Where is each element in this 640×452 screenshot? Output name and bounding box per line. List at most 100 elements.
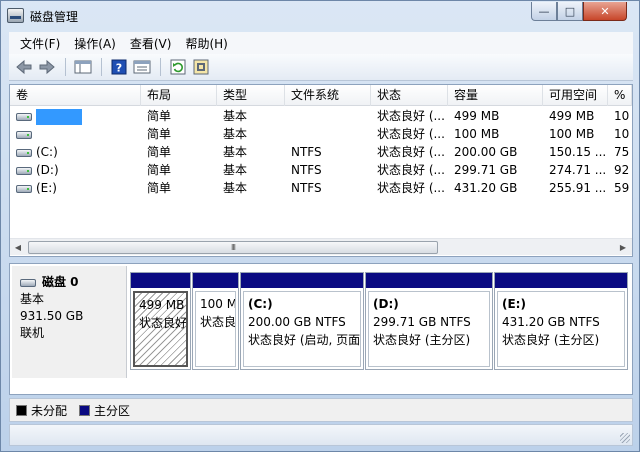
partition-block[interactable]: 100 M 状态良 xyxy=(192,272,239,370)
volume-icon xyxy=(16,166,32,175)
percent-free-cell: 59 xyxy=(614,181,630,195)
toolbar-separator xyxy=(101,58,102,76)
back-arrow-icon[interactable] xyxy=(13,56,35,78)
disk-management-app-icon[interactable] xyxy=(7,8,24,23)
resize-grip-icon[interactable] xyxy=(620,433,630,443)
partition-status: 状态良好 (主分区) xyxy=(373,333,471,347)
partition-body[interactable]: (C:) 200.00 GB NTFS 状态良好 (启动, 页面 xyxy=(243,291,361,367)
filesystem-cell xyxy=(285,107,371,125)
scrollbar-thumb[interactable]: III xyxy=(28,241,438,254)
partition-type-bar xyxy=(366,273,492,289)
volume-name: (D:) xyxy=(36,163,59,177)
legend-label: 未分配 xyxy=(31,403,68,418)
capacity-cell: 299.71 GB xyxy=(454,163,518,177)
filesystem-cell: NTFS xyxy=(291,181,322,195)
volume-row[interactable]: 简单 基本 状态良好 (... 499 MB 499 MB 10 xyxy=(10,107,632,125)
status-cell: 状态良好 (... xyxy=(377,127,445,141)
menu-file[interactable]: 文件(F) xyxy=(13,35,67,52)
volume-name-cell: (C:) xyxy=(10,143,141,161)
title-bar[interactable]: 磁盘管理 — □ ✕ xyxy=(1,1,639,31)
svg-text:?: ? xyxy=(116,62,122,75)
partition-size: 200.00 GB NTFS xyxy=(248,315,346,329)
disk-state: 联机 xyxy=(20,326,45,340)
settings-icon[interactable] xyxy=(190,56,212,78)
partition-body[interactable]: 499 MB 状态良好 xyxy=(133,291,188,367)
disk-size: 931.50 GB xyxy=(20,309,84,323)
free-space-cell: 100 MB xyxy=(549,127,595,141)
horizontal-scrollbar[interactable]: ◀ III ▶ xyxy=(10,238,632,255)
disk-graphical-view[interactable]: 磁盘 0 基本 931.50 GB 联机 499 MB 状态良好 100 M 状… xyxy=(9,263,633,395)
layout-cell: 简单 xyxy=(147,109,172,123)
partition-body[interactable]: (D:) 299.71 GB NTFS 状态良好 (主分区) xyxy=(368,291,490,367)
volume-row[interactable]: (C:) 简单 基本 NTFS 状态良好 (... 200.00 GB 150.… xyxy=(10,143,632,161)
status-cell: 状态良好 (... xyxy=(377,145,445,159)
column-header-capacity[interactable]: 容量 xyxy=(448,85,543,106)
legend: 未分配 主分区 xyxy=(9,398,633,422)
partition-block[interactable]: (C:) 200.00 GB NTFS 状态良好 (启动, 页面 xyxy=(240,272,364,370)
help-icon[interactable]: ? xyxy=(108,56,130,78)
volume-name-cell: (D:) xyxy=(10,161,141,179)
capacity-cell: 100 MB xyxy=(454,127,500,141)
volume-name-cell: (E:) xyxy=(10,179,141,197)
percent-free-cell: 10 xyxy=(614,127,630,141)
column-header-status[interactable]: 状态 xyxy=(371,85,448,106)
filesystem-cell: NTFS xyxy=(291,145,322,159)
column-header-filesystem[interactable]: 文件系统 xyxy=(285,85,371,106)
type-cell: 基本 xyxy=(223,145,248,159)
free-space-cell: 255.91 ... xyxy=(549,181,607,195)
volume-name-cell xyxy=(10,107,141,125)
menu-help[interactable]: 帮助(H) xyxy=(178,35,234,52)
status-cell: 状态良好 (... xyxy=(377,163,445,177)
unallocated-swatch xyxy=(16,404,27,416)
minimize-button[interactable]: — xyxy=(531,2,557,21)
column-header-layout[interactable]: 布局 xyxy=(141,85,217,106)
menu-view[interactable]: 查看(V) xyxy=(123,35,179,52)
scroll-right-icon[interactable]: ▶ xyxy=(616,241,630,254)
column-header-free-space[interactable]: 可用空间 xyxy=(543,85,608,106)
volume-name: (E:) xyxy=(36,181,57,195)
disk-name: 磁盘 0 xyxy=(42,275,79,289)
column-header-type[interactable]: 类型 xyxy=(217,85,285,106)
partition-title: (E:) xyxy=(502,297,526,311)
volume-icon xyxy=(16,130,32,139)
close-button[interactable]: ✕ xyxy=(583,2,627,21)
properties-icon[interactable] xyxy=(131,56,153,78)
column-header-percent-free[interactable]: % xyxy=(608,85,632,106)
partition-block[interactable]: (D:) 299.71 GB NTFS 状态良好 (主分区) xyxy=(365,272,493,370)
status-cell: 状态良好 (... xyxy=(377,109,445,123)
partition-block[interactable]: 499 MB 状态良好 xyxy=(130,272,191,370)
free-space-cell: 274.71 ... xyxy=(549,163,607,177)
partition-type-bar xyxy=(193,273,238,289)
volume-name: (C:) xyxy=(36,145,58,159)
menu-action[interactable]: 操作(A) xyxy=(67,35,123,52)
type-cell: 基本 xyxy=(223,181,248,195)
volume-row[interactable]: 简单 基本 状态良好 (... 100 MB 100 MB 10 xyxy=(10,125,632,143)
maximize-button[interactable]: □ xyxy=(557,2,583,21)
refresh-icon[interactable] xyxy=(167,56,189,78)
column-header-volume[interactable]: 卷 xyxy=(10,85,141,106)
volume-row[interactable]: (D:) 简单 基本 NTFS 状态良好 (... 299.71 GB 274.… xyxy=(10,161,632,179)
type-cell: 基本 xyxy=(223,163,248,177)
partition-body[interactable]: (E:) 431.20 GB NTFS 状态良好 (主分区) xyxy=(497,291,625,367)
partition-title: (C:) xyxy=(248,297,273,311)
disk-0-label[interactable]: 磁盘 0 基本 931.50 GB 联机 xyxy=(12,266,127,378)
console-tree-icon[interactable] xyxy=(72,56,94,78)
type-cell: 基本 xyxy=(223,127,248,141)
capacity-cell: 431.20 GB xyxy=(454,181,518,195)
scroll-left-icon[interactable]: ◀ xyxy=(11,241,25,254)
forward-arrow-icon[interactable] xyxy=(36,56,58,78)
partition-size: 299.71 GB NTFS xyxy=(373,315,471,329)
volume-name-selected[interactable] xyxy=(36,108,82,125)
volume-icon xyxy=(16,184,32,193)
legend-label: 主分区 xyxy=(94,403,131,418)
partition-body[interactable]: 100 M 状态良 xyxy=(195,291,236,367)
volume-row[interactable]: (E:) 简单 基本 NTFS 状态良好 (... 431.20 GB 255.… xyxy=(10,179,632,197)
partition-status: 状态良 xyxy=(200,315,236,329)
partition-status: 状态良好 xyxy=(139,316,188,330)
volume-list[interactable]: 卷 布局 类型 文件系统 状态 容量 可用空间 % 简单 基本 状态良好 (..… xyxy=(9,84,633,257)
partition-title: (D:) xyxy=(373,297,399,311)
volume-icon xyxy=(16,148,32,157)
partition-block[interactable]: (E:) 431.20 GB NTFS 状态良好 (主分区) xyxy=(494,272,628,370)
partition-size: 499 MB xyxy=(139,298,185,312)
capacity-cell: 200.00 GB xyxy=(454,145,518,159)
